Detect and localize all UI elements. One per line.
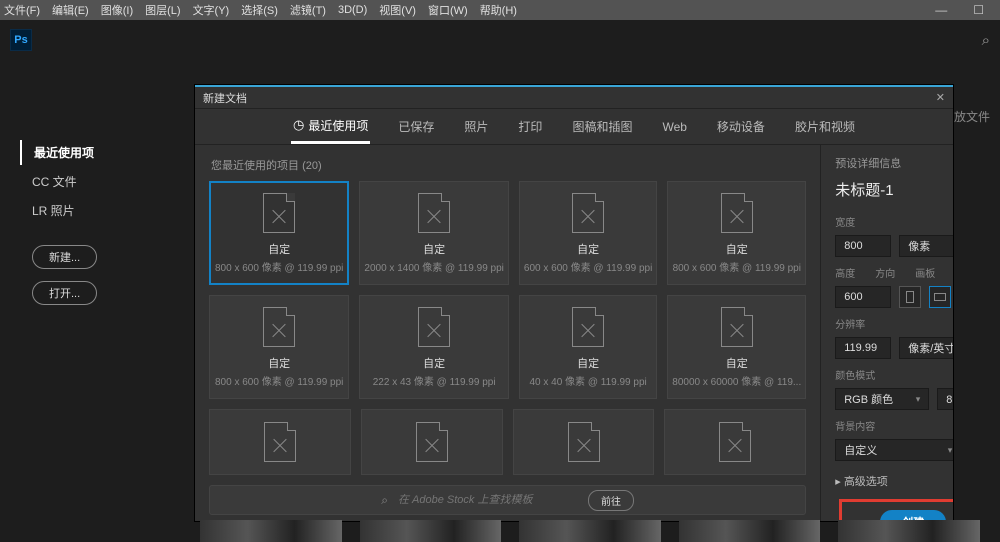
preset-card[interactable] bbox=[664, 409, 806, 475]
preset-card[interactable]: 自定40 x 40 像素 @ 119.99 ppi bbox=[519, 295, 657, 399]
menu-image[interactable]: 图像(I) bbox=[101, 2, 133, 18]
app-logo: Ps bbox=[10, 29, 32, 51]
resolution-label: 分辨率 bbox=[835, 316, 953, 331]
menu-select[interactable]: 选择(S) bbox=[241, 2, 278, 18]
sidebar-item-lr[interactable]: LR 照片 bbox=[20, 198, 170, 223]
new-document-dialog: 新建文档 ✕ ◷最近使用项 已保存 照片 打印 图稿和插图 Web 移动设备 胶… bbox=[195, 85, 953, 521]
height-input[interactable]: 600 bbox=[835, 286, 891, 308]
menu-type[interactable]: 文字(Y) bbox=[193, 2, 230, 18]
artboard-label: 画板 bbox=[915, 265, 935, 280]
color-mode-label: 颜色模式 bbox=[835, 367, 953, 382]
menu-help[interactable]: 帮助(H) bbox=[480, 2, 517, 18]
background-thumbnails bbox=[180, 520, 1000, 542]
sidebar-item-recent[interactable]: 最近使用项 bbox=[20, 140, 170, 165]
advanced-toggle[interactable]: ▸ 高级选项 bbox=[835, 473, 953, 489]
orientation-label: 方向 bbox=[875, 265, 895, 280]
preset-card[interactable]: 自定800 x 600 像素 @ 119.99 ppi bbox=[209, 181, 349, 285]
preset-card[interactable]: 自定2000 x 1400 像素 @ 119.99 ppi bbox=[359, 181, 509, 285]
tab-art[interactable]: 图稿和插图 bbox=[570, 109, 634, 144]
search-icon: ⌕ bbox=[381, 493, 388, 508]
preset-card[interactable]: 自定800 x 600 像素 @ 119.99 ppi bbox=[667, 181, 806, 285]
menu-window[interactable]: 窗口(W) bbox=[428, 2, 468, 18]
background-label: 背景内容 bbox=[835, 418, 953, 433]
preset-card[interactable]: 自定222 x 43 像素 @ 119.99 ppi bbox=[359, 295, 509, 399]
preset-card[interactable]: 自定600 x 600 像素 @ 119.99 ppi bbox=[519, 181, 657, 285]
recent-label: 您最近使用的项目 (20) bbox=[211, 157, 806, 173]
preset-card[interactable] bbox=[513, 409, 655, 475]
close-icon[interactable]: ✕ bbox=[936, 91, 945, 104]
open-button[interactable]: 打开... bbox=[32, 281, 97, 305]
resolution-unit-select[interactable]: 像素/英寸▾ bbox=[899, 337, 953, 359]
orientation-landscape[interactable] bbox=[929, 286, 951, 308]
home-sidebar: 最近使用项 CC 文件 LR 照片 新建... 打开... bbox=[20, 140, 170, 311]
bit-depth-select[interactable]: 8 位▾ bbox=[937, 388, 953, 410]
category-tabs: ◷最近使用项 已保存 照片 打印 图稿和插图 Web 移动设备 胶片和视频 bbox=[195, 109, 953, 145]
background-select[interactable]: 自定义▾ bbox=[835, 439, 953, 461]
stock-search-input[interactable] bbox=[398, 494, 578, 506]
width-input[interactable]: 800 bbox=[835, 235, 891, 257]
dialog-title: 新建文档 bbox=[203, 90, 247, 106]
menu-bar: 文件(F) 编辑(E) 图像(I) 图层(L) 文字(Y) 选择(S) 滤镜(T… bbox=[0, 0, 1000, 20]
menu-3d[interactable]: 3D(D) bbox=[338, 4, 367, 16]
preset-card[interactable] bbox=[361, 409, 503, 475]
preset-card[interactable]: 自定800 x 600 像素 @ 119.99 ppi bbox=[209, 295, 349, 399]
go-button[interactable]: 前往 bbox=[588, 490, 634, 511]
new-button[interactable]: 新建... bbox=[32, 245, 97, 269]
maximize-icon[interactable]: ☐ bbox=[973, 3, 984, 17]
width-label: 宽度 bbox=[835, 214, 953, 229]
unit-select[interactable]: 像素▾ bbox=[899, 235, 953, 257]
tab-recent[interactable]: ◷最近使用项 bbox=[291, 109, 370, 144]
tab-film[interactable]: 胶片和视频 bbox=[793, 109, 857, 144]
tab-print[interactable]: 打印 bbox=[516, 109, 544, 144]
tab-mobile[interactable]: 移动设备 bbox=[715, 109, 767, 144]
orientation-portrait[interactable] bbox=[899, 286, 921, 308]
menu-file[interactable]: 文件(F) bbox=[4, 2, 40, 18]
search-icon[interactable]: ⌕ bbox=[982, 32, 990, 49]
menu-view[interactable]: 视图(V) bbox=[379, 2, 416, 18]
logo-row: Ps ⌕ bbox=[0, 20, 1000, 60]
menu-edit[interactable]: 编辑(E) bbox=[52, 2, 89, 18]
stock-search-bar: ⌕ 前往 bbox=[209, 485, 806, 515]
height-label: 高度 bbox=[835, 265, 855, 280]
menu-layer[interactable]: 图层(L) bbox=[145, 2, 180, 18]
preset-card[interactable]: 自定80000 x 60000 像素 @ 119... bbox=[667, 295, 806, 399]
color-mode-select[interactable]: RGB 颜色▾ bbox=[835, 388, 929, 410]
tab-photo[interactable]: 照片 bbox=[462, 109, 490, 144]
menu-filter[interactable]: 滤镜(T) bbox=[290, 2, 326, 18]
tab-web[interactable]: Web bbox=[660, 109, 688, 144]
create-highlight: 创建 bbox=[839, 499, 953, 521]
preset-details: 预设详细信息 未标题-1 ⬇ 宽度 800 像素▾ 高度 方向 画板 600 bbox=[821, 145, 953, 521]
tab-saved[interactable]: 已保存 bbox=[396, 109, 436, 144]
sidebar-item-cc[interactable]: CC 文件 bbox=[20, 169, 170, 194]
preset-card[interactable] bbox=[209, 409, 351, 475]
preset-grid: 自定800 x 600 像素 @ 119.99 ppi 自定2000 x 140… bbox=[209, 181, 806, 399]
minimize-icon[interactable]: — bbox=[935, 3, 947, 17]
drop-hint: 放文件 bbox=[954, 108, 990, 125]
document-name[interactable]: 未标题-1 bbox=[835, 179, 893, 200]
details-header: 预设详细信息 bbox=[835, 155, 953, 171]
presets-area: 您最近使用的项目 (20) 自定800 x 600 像素 @ 119.99 pp… bbox=[195, 145, 821, 521]
resolution-input[interactable]: 119.99 bbox=[835, 337, 891, 359]
